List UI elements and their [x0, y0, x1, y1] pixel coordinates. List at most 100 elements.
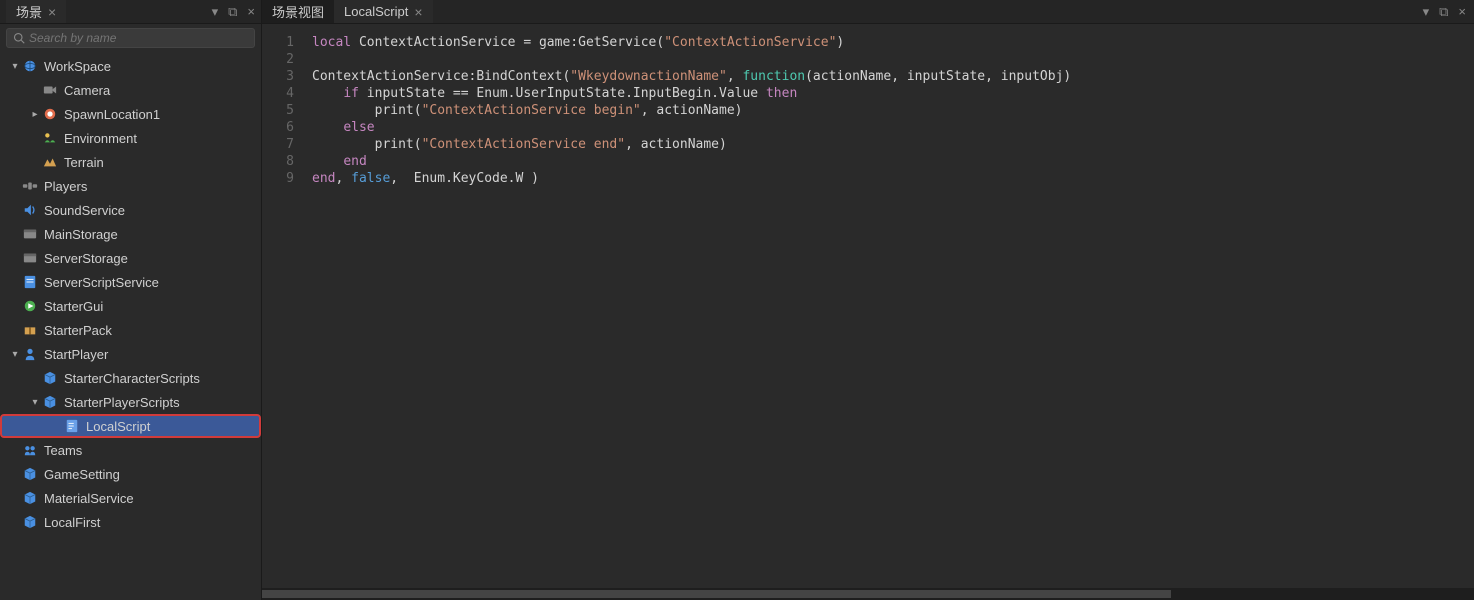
tree-item-mainstorage[interactable]: MainStorage — [0, 222, 261, 246]
close-icon[interactable]: × — [414, 4, 422, 20]
tree-item-workspace[interactable]: ▾ WorkSpace — [0, 54, 261, 78]
tree-item-label: Environment — [64, 131, 137, 146]
cube-icon — [22, 514, 38, 530]
scene-panel: 场景 × ▾ ⧉ × ▾ WorkSpace Camera ▸ SpawnLocatio… — [0, 0, 262, 600]
tree-item-label: LocalFirst — [44, 515, 100, 530]
terrain-icon — [42, 154, 58, 170]
storage-icon — [22, 226, 38, 242]
tree-item-starterpack[interactable]: StarterPack — [0, 318, 261, 342]
search-input[interactable] — [29, 31, 248, 45]
panel-actions: ▾ ⧉ × — [212, 4, 255, 20]
close-panel-icon[interactable]: × — [1458, 4, 1466, 20]
tree-item-starterplayerscripts[interactable]: ▾ StarterPlayerScripts — [0, 390, 261, 414]
scene-tab[interactable]: 场景 × — [6, 0, 66, 23]
line-number: 3 — [262, 68, 294, 85]
code-line[interactable]: local ContextActionService = game:GetSer… — [312, 34, 1071, 51]
env-icon — [42, 130, 58, 146]
close-panel-icon[interactable]: × — [247, 4, 255, 20]
code-line[interactable]: print("ContextActionService end", action… — [312, 136, 1071, 153]
editor-panel-actions: ▾ ⧉ × — [1423, 4, 1474, 20]
expand-arrow-icon[interactable]: ▾ — [8, 61, 22, 72]
line-number: 5 — [262, 102, 294, 119]
pack-icon — [22, 322, 38, 338]
tree-item-gamesetting[interactable]: GameSetting — [0, 462, 261, 486]
code-content[interactable]: local ContextActionService = game:GetSer… — [302, 24, 1071, 600]
gui-icon — [22, 298, 38, 314]
code-line[interactable]: if inputState == Enum.UserInputState.Inp… — [312, 85, 1071, 102]
script-icon — [22, 274, 38, 290]
search-icon — [13, 32, 25, 44]
tree-item-localscript[interactable]: LocalScript — [0, 414, 261, 438]
horizontal-scrollbar[interactable] — [262, 588, 1474, 600]
search-box[interactable] — [6, 28, 255, 48]
line-number: 4 — [262, 85, 294, 102]
tab-label: LocalScript — [344, 4, 408, 19]
tree-item-terrain[interactable]: Terrain — [0, 150, 261, 174]
line-number: 9 — [262, 170, 294, 187]
tree-item-spawnlocation1[interactable]: ▸ SpawnLocation1 — [0, 102, 261, 126]
tree-item-materialservice[interactable]: MaterialService — [0, 486, 261, 510]
tree-item-label: SoundService — [44, 203, 125, 218]
localscript-icon — [64, 418, 80, 434]
close-icon[interactable]: × — [48, 4, 56, 20]
code-line[interactable]: print("ContextActionService begin", acti… — [312, 102, 1071, 119]
tree-item-label: Teams — [44, 443, 82, 458]
sound-icon — [22, 202, 38, 218]
scrollbar-thumb[interactable] — [262, 590, 1171, 598]
popout-icon[interactable]: ⧉ — [228, 4, 237, 20]
tree-item-label: Players — [44, 179, 87, 194]
dropdown-icon[interactable]: ▾ — [1423, 4, 1430, 20]
tree-item-soundservice[interactable]: SoundService — [0, 198, 261, 222]
tree-item-label: Camera — [64, 83, 110, 98]
tree-item-label: GameSetting — [44, 467, 120, 482]
expand-arrow-icon[interactable]: ▾ — [8, 349, 22, 360]
code-editor[interactable]: 123456789 local ContextActionService = g… — [262, 24, 1474, 600]
tree-item-startercharacterscripts[interactable]: StarterCharacterScripts — [0, 366, 261, 390]
storage-icon — [22, 250, 38, 266]
scene-panel-header: 场景 × ▾ ⧉ × — [0, 0, 261, 24]
tree-item-label: StartPlayer — [44, 347, 108, 362]
tree-item-startplayer[interactable]: ▾ StartPlayer — [0, 342, 261, 366]
editor-tab-场景视图[interactable]: 场景视图 — [262, 0, 334, 23]
code-line[interactable]: ContextActionService:BindContext("Wkeydo… — [312, 68, 1071, 85]
tree-item-environment[interactable]: Environment — [0, 126, 261, 150]
line-number: 2 — [262, 51, 294, 68]
expand-arrow-icon[interactable]: ▸ — [28, 109, 42, 120]
tree-item-startergui[interactable]: StarterGui — [0, 294, 261, 318]
tree-item-serverscriptservice[interactable]: ServerScriptService — [0, 270, 261, 294]
tree-item-label: SpawnLocation1 — [64, 107, 160, 122]
dropdown-icon[interactable]: ▾ — [212, 4, 219, 20]
tree-item-serverstorage[interactable]: ServerStorage — [0, 246, 261, 270]
code-line[interactable]: end — [312, 153, 1071, 170]
spawn-icon — [42, 106, 58, 122]
line-number: 1 — [262, 34, 294, 51]
tree-item-label: Terrain — [64, 155, 104, 170]
tree-item-camera[interactable]: Camera — [0, 78, 261, 102]
tree-item-teams[interactable]: Teams — [0, 438, 261, 462]
code-line[interactable]: else — [312, 119, 1071, 136]
line-gutter: 123456789 — [262, 24, 302, 600]
code-line[interactable] — [312, 51, 1071, 68]
camera-icon — [42, 82, 58, 98]
popout-icon[interactable]: ⧉ — [1439, 4, 1448, 20]
globe-icon — [22, 58, 38, 74]
code-line[interactable]: end, false, Enum.KeyCode.W ) — [312, 170, 1071, 187]
players-icon — [22, 178, 38, 194]
tree-item-label: StarterCharacterScripts — [64, 371, 200, 386]
hierarchy-tree[interactable]: ▾ WorkSpace Camera ▸ SpawnLocation1 Environme… — [0, 52, 261, 600]
tree-item-label: LocalScript — [86, 419, 150, 434]
editor-tab-localscript[interactable]: LocalScript × — [334, 0, 433, 23]
cube-icon — [42, 394, 58, 410]
expand-arrow-icon[interactable]: ▾ — [28, 397, 42, 408]
editor-tabs: 场景视图 LocalScript × ▾ ⧉ × — [262, 0, 1474, 24]
tree-item-localfirst[interactable]: LocalFirst — [0, 510, 261, 534]
tree-item-label: StarterGui — [44, 299, 103, 314]
tree-item-label: WorkSpace — [44, 59, 111, 74]
tree-item-players[interactable]: Players — [0, 174, 261, 198]
cube-icon — [22, 490, 38, 506]
tree-item-label: StarterPlayerScripts — [64, 395, 180, 410]
line-number: 8 — [262, 153, 294, 170]
tree-item-label: MainStorage — [44, 227, 118, 242]
tree-item-label: MaterialService — [44, 491, 134, 506]
teams-icon — [22, 442, 38, 458]
